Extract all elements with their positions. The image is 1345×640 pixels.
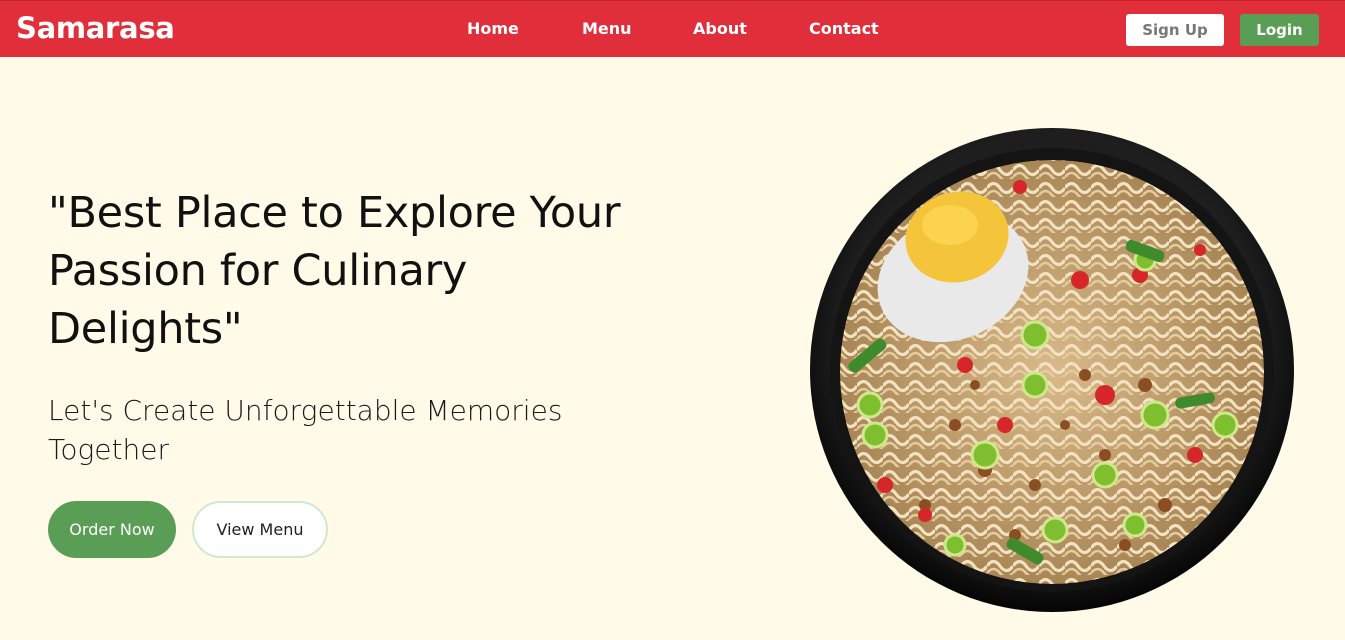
hero-subtitle-line: Together [48, 433, 169, 466]
nav-link-home[interactable]: Home [467, 19, 519, 38]
nav-link-contact[interactable]: Contact [809, 19, 879, 38]
nav-link-menu[interactable]: Menu [582, 19, 632, 38]
navbar: Samarasa Home Menu About Contact Sign Up… [0, 0, 1345, 57]
hero-title-line: Delights" [48, 304, 243, 354]
view-menu-button[interactable]: View Menu [192, 501, 328, 558]
hero-subtitle-line: Let's Create Unforgettable Memories [48, 394, 563, 427]
noodle-bowl-image [810, 128, 1294, 612]
hero-title: "Best Place to Explore Your Passion for … [48, 184, 748, 358]
hero-title-line: Passion for Culinary [48, 246, 468, 296]
order-now-button[interactable]: Order Now [48, 501, 176, 558]
hero-subtitle: Let's Create Unforgettable Memories Toge… [48, 391, 688, 469]
nav-link-about[interactable]: About [693, 19, 747, 38]
login-button[interactable]: Login [1240, 14, 1319, 46]
signup-button[interactable]: Sign Up [1126, 14, 1224, 46]
hero-title-line: "Best Place to Explore Your [48, 188, 621, 238]
